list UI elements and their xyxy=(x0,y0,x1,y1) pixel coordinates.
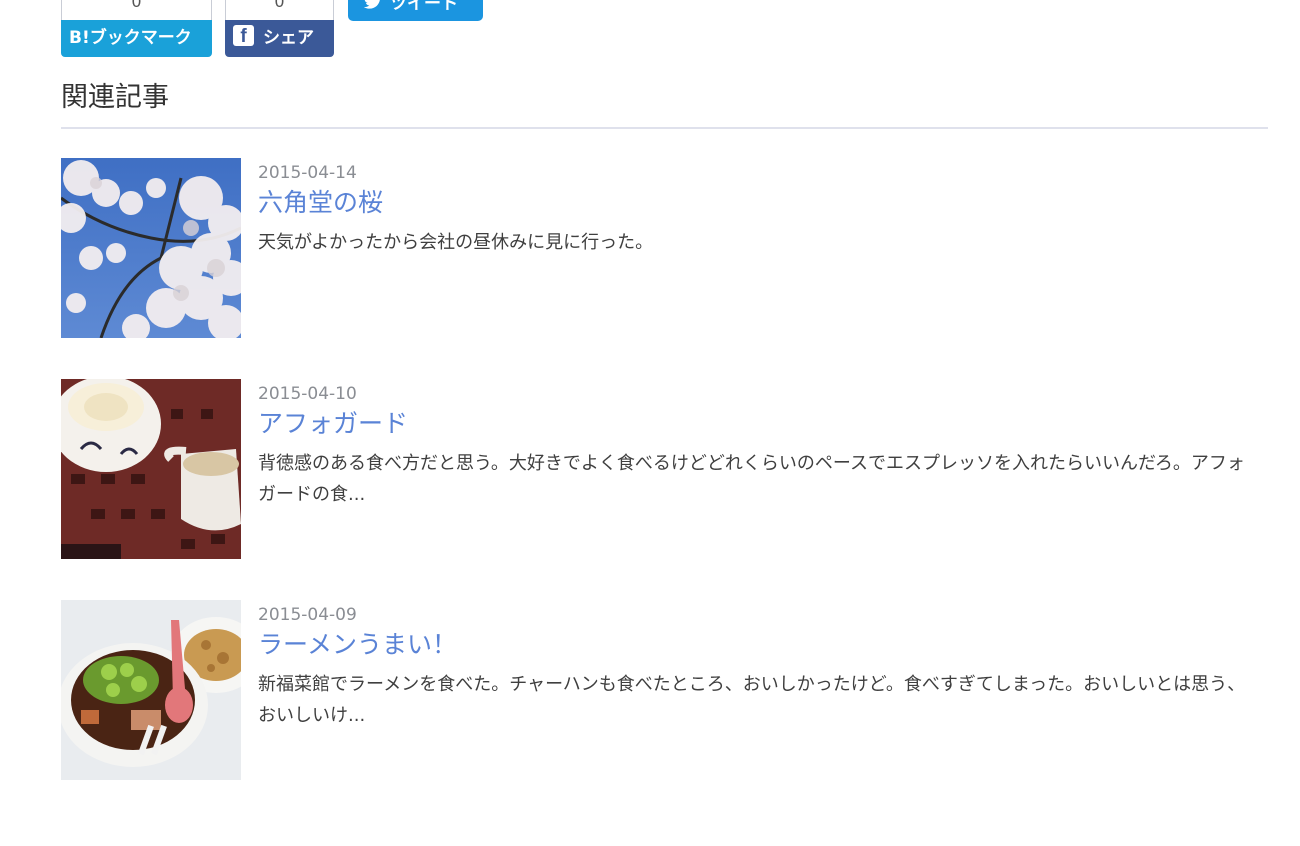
related-articles-heading: 関連記事 xyxy=(61,82,169,113)
cherry-blossoms-image xyxy=(61,158,241,338)
twitter-tweet-button[interactable]: ツイート xyxy=(348,0,483,21)
affogato-image xyxy=(61,379,241,559)
hatena-bookmark-label[interactable]: B!ブックマーク xyxy=(61,20,212,57)
article-title-link[interactable]: 六角堂の桜 xyxy=(258,187,1268,219)
section-divider xyxy=(61,127,1268,129)
facebook-share-count: 0 xyxy=(225,0,334,20)
article-meta: 2015-04-10 アフォガード 背徳感のある食べ方だと思う。大好きでよく食べ… xyxy=(258,379,1268,510)
article-date: 2015-04-10 xyxy=(258,384,357,404)
related-article: 2015-04-10 アフォガード 背徳感のある食べ方だと思う。大好きでよく食べ… xyxy=(61,379,1268,559)
related-article: 2015-04-14 六角堂の桜 天気がよかったから会社の昼休みに見に行った。 xyxy=(61,158,1268,338)
facebook-share-label-wrap[interactable]: f シェア xyxy=(225,20,334,57)
article-meta: 2015-04-14 六角堂の桜 天気がよかったから会社の昼休みに見に行った。 xyxy=(258,158,1268,258)
article-title-link[interactable]: アフォガード xyxy=(258,408,1268,440)
article-date: 2015-04-14 xyxy=(258,163,357,183)
related-article: 2015-04-09 ラーメンうまい！ 新福菜館でラーメンを食べた。チャーハンも… xyxy=(61,600,1268,780)
article-excerpt: 背徳感のある食べ方だと思う。大好きでよく食べるけどどれくらいのペースでエスプレッ… xyxy=(258,453,1245,505)
article-date: 2015-04-09 xyxy=(258,605,357,625)
article-thumbnail-affogato[interactable] xyxy=(61,379,241,559)
facebook-icon: f xyxy=(233,25,254,46)
article-title-link[interactable]: ラーメンうまい！ xyxy=(258,629,1268,661)
article-meta: 2015-04-09 ラーメンうまい！ 新福菜館でラーメンを食べた。チャーハンも… xyxy=(258,600,1268,731)
article-thumbnail-ramen[interactable] xyxy=(61,600,241,780)
article-excerpt: 天気がよかったから会社の昼休みに見に行った。 xyxy=(258,232,654,253)
facebook-share-label: シェア xyxy=(263,28,314,48)
twitter-bird-icon xyxy=(363,0,380,9)
ramen-image xyxy=(61,600,241,780)
article-thumbnail-cherry-blossoms[interactable] xyxy=(61,158,241,338)
twitter-tweet-label: ツイート xyxy=(390,0,458,14)
hatena-bookmark-count: 0 xyxy=(61,0,212,20)
article-excerpt: 新福菜館でラーメンを食べた。チャーハンも食べたところ、おいしかったけど。食べすぎ… xyxy=(258,674,1246,726)
